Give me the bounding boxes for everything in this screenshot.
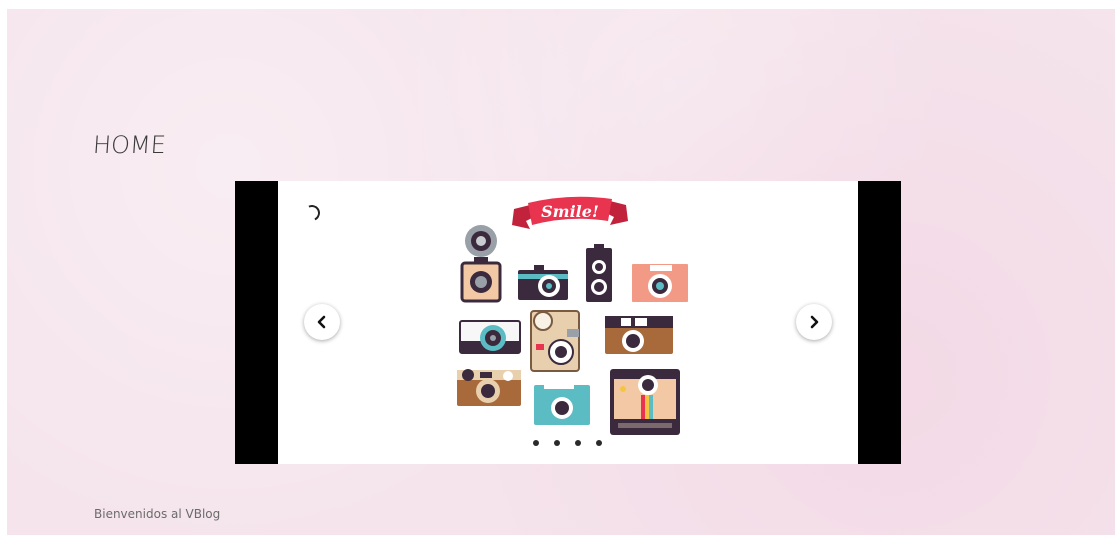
page-title: HOME bbox=[92, 131, 167, 159]
page-background: HOME Smile! Bienvenidos al VBlog bbox=[7, 9, 1115, 535]
camera-7 bbox=[605, 316, 673, 354]
camera-3 bbox=[586, 244, 612, 302]
image-slider: Smile! bbox=[235, 181, 901, 464]
camera-10 bbox=[610, 369, 680, 435]
prev-slide-button[interactable] bbox=[304, 304, 340, 340]
camera-8 bbox=[457, 369, 521, 406]
slide-dot-4[interactable] bbox=[596, 440, 602, 446]
camera-2 bbox=[518, 265, 568, 300]
camera-6 bbox=[530, 310, 580, 372]
camera-4 bbox=[630, 262, 690, 304]
slide-dot-2[interactable] bbox=[554, 440, 560, 446]
slide-dot-3[interactable] bbox=[575, 440, 581, 446]
smile-banner: Smile! bbox=[512, 196, 628, 229]
slide-indicators bbox=[533, 440, 602, 446]
chevron-left-icon bbox=[317, 315, 326, 329]
camera-1 bbox=[460, 225, 502, 303]
next-slide-button[interactable] bbox=[796, 304, 832, 340]
footer-welcome-text: Bienvenidos al VBlog bbox=[94, 507, 221, 521]
slide-image: Smile! bbox=[278, 181, 858, 464]
banner-text: Smile! bbox=[541, 202, 599, 221]
camera-illustration: Smile! bbox=[457, 196, 690, 435]
slide-dot-1[interactable] bbox=[533, 440, 539, 446]
camera-5 bbox=[459, 320, 521, 354]
chevron-right-icon bbox=[810, 315, 819, 329]
camera-9 bbox=[534, 383, 590, 425]
